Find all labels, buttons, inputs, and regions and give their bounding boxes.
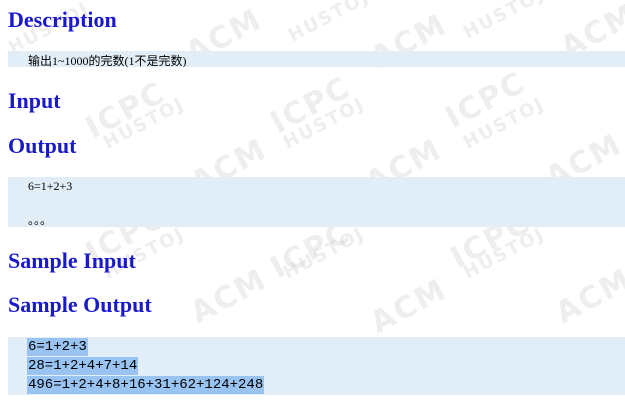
watermark-hustoj: HUSTOJ xyxy=(460,93,549,154)
watermark-icpc: ICPC xyxy=(80,75,172,146)
watermark-acm: ACM xyxy=(365,271,454,341)
sample-output-line[interactable]: 496=1+2+4+8+16+31+62+124+248 xyxy=(27,376,265,394)
output-line: 。。。 xyxy=(28,213,53,227)
sample-output-box[interactable]: 6=1+2+3 28=1+2+4+7+14 496=1+2+4+8+16+31+… xyxy=(8,337,625,395)
sample-output-line[interactable]: 28=1+2+4+7+14 xyxy=(27,357,139,375)
output-box: 6=1+2+3 。。。 xyxy=(8,177,625,227)
watermark-icpc: ICPC xyxy=(265,70,357,141)
sample-input-heading: Sample Input xyxy=(8,248,136,273)
watermark-hustoj: HUSTOJ xyxy=(100,93,189,154)
description-heading: Description xyxy=(8,7,117,32)
watermark-icpc: ICPC xyxy=(440,65,532,136)
description-box: 输出1~1000的完数(1不是完数) xyxy=(8,51,625,68)
description-text: 输出1~1000的完数(1不是完数) xyxy=(28,54,187,68)
output-line: 6=1+2+3 xyxy=(28,179,73,193)
watermark-hustoj: HUSTOJ xyxy=(460,0,549,44)
watermark-hustoj: HUSTOJ xyxy=(285,0,374,47)
watermark-acm: ACM xyxy=(185,261,274,331)
sample-output-heading: Sample Output xyxy=(8,292,152,317)
watermark-hustoj: HUSTOJ xyxy=(460,223,549,284)
watermark-acm: ACM xyxy=(550,261,625,331)
sample-output-line[interactable]: 6=1+2+3 xyxy=(27,338,88,356)
watermark-hustoj: HUSTOJ xyxy=(280,93,369,154)
input-heading: Input xyxy=(8,88,61,113)
watermark-hustoj: HUSTOJ xyxy=(280,223,369,284)
output-heading: Output xyxy=(8,133,77,158)
